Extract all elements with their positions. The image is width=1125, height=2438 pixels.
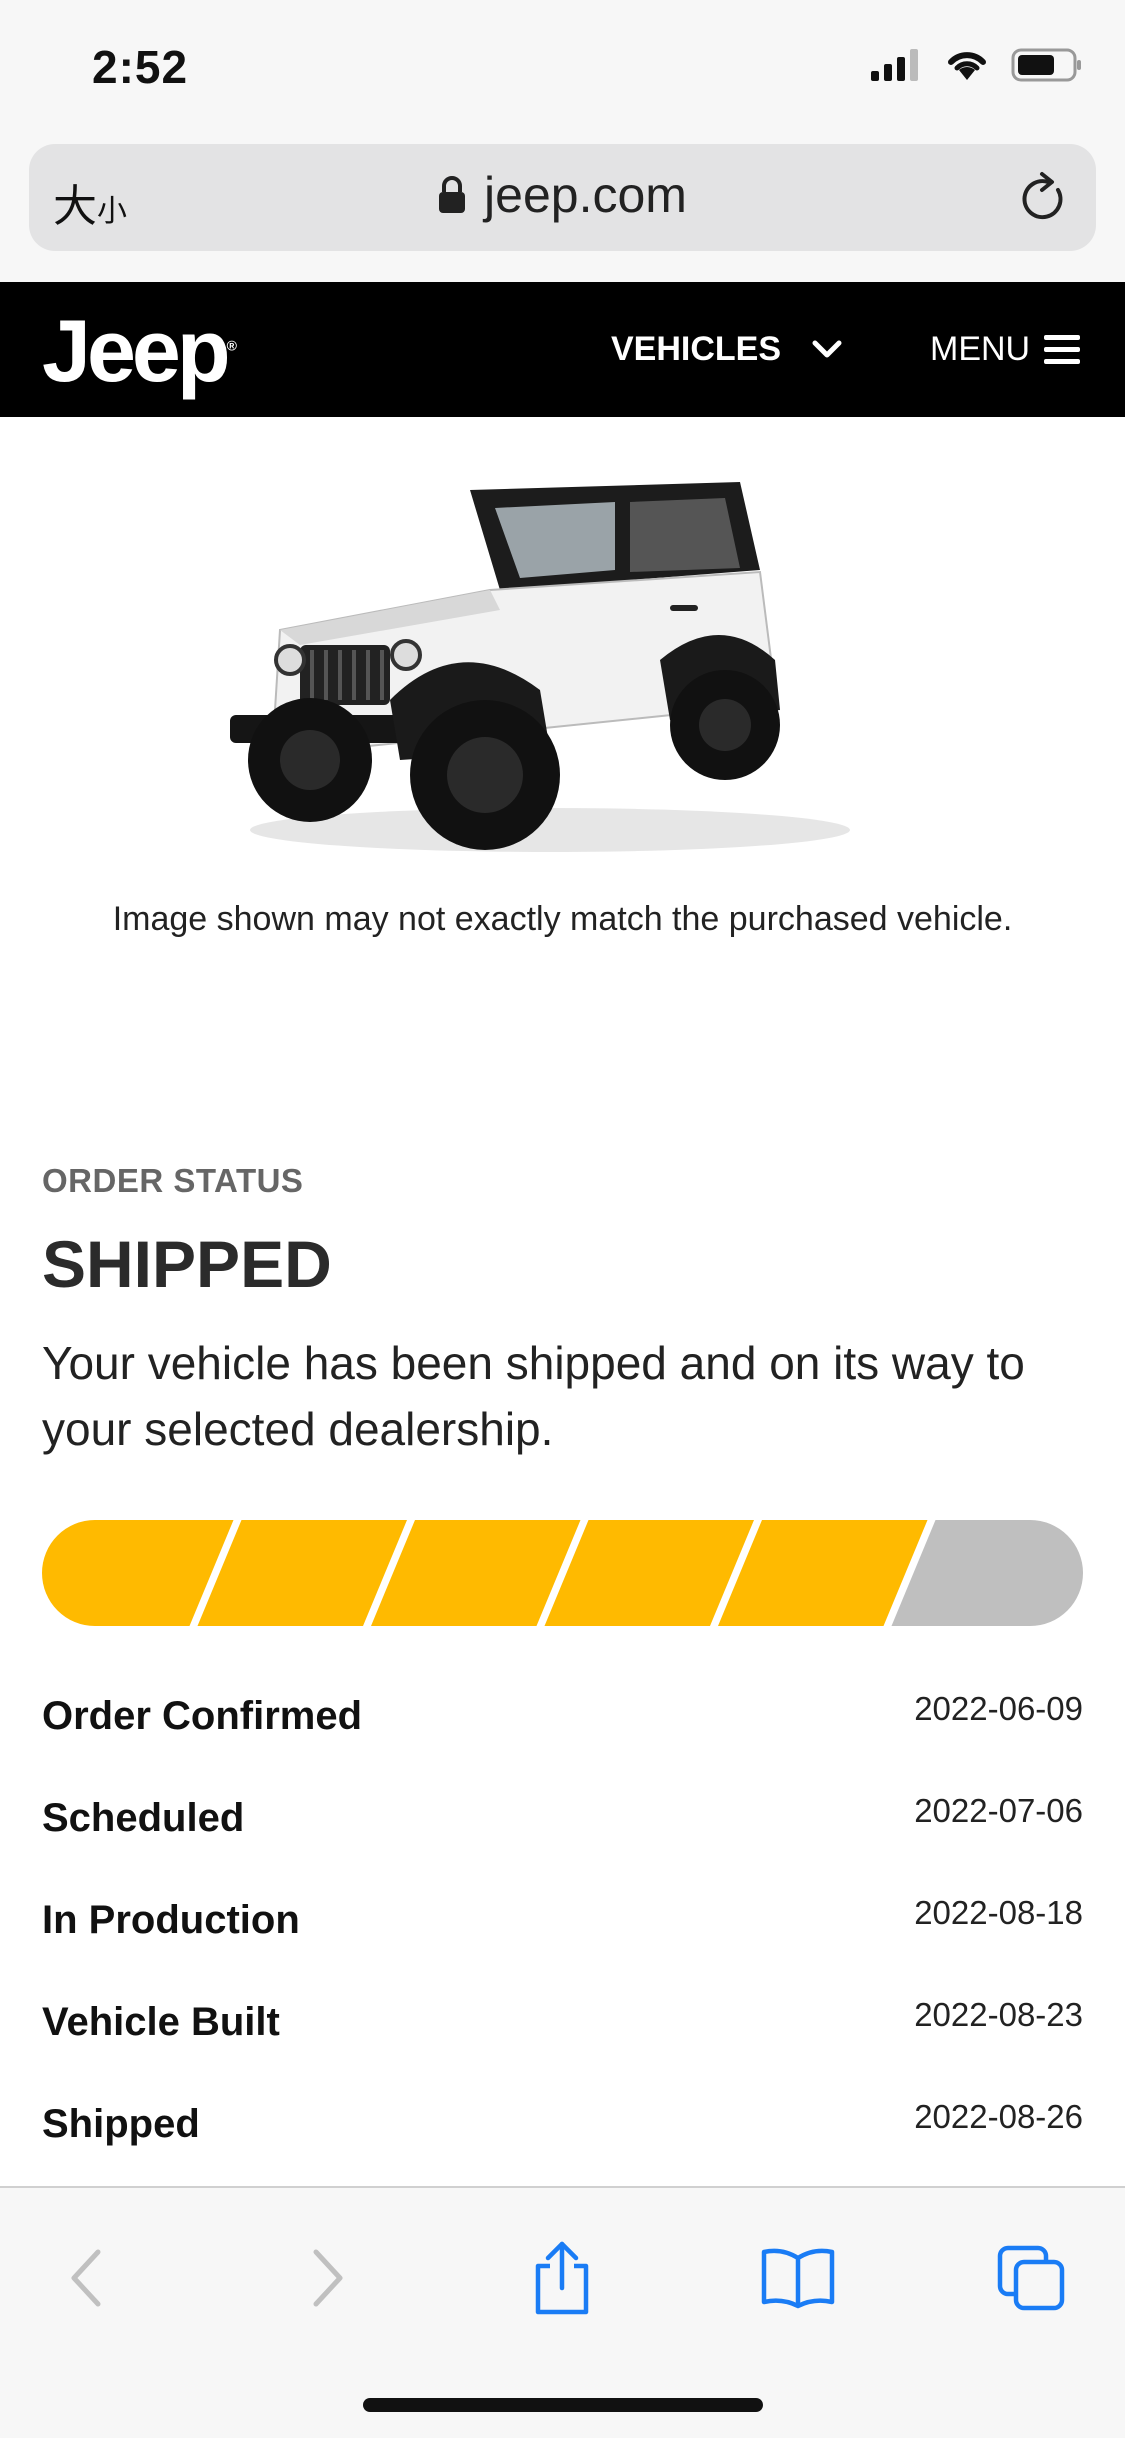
- jeep-logo[interactable]: Jeep®: [42, 300, 237, 402]
- back-icon: [71, 2249, 101, 2307]
- milestone-row: Order Confirmed 2022-06-09: [42, 1690, 1083, 1792]
- progress-segment-complete: [197, 1520, 407, 1626]
- milestone-row: Shipped 2022-08-26: [42, 2098, 1083, 2200]
- status-icons: [871, 48, 1083, 82]
- milestone-name: In Production: [42, 1898, 300, 1942]
- milestone-date: 2022-06-09: [914, 1690, 1083, 1727]
- milestone-row: Scheduled 2022-07-06: [42, 1792, 1083, 1894]
- battery-icon: [1011, 48, 1081, 82]
- lock-icon: [439, 176, 466, 213]
- milestone-name: Order Confirmed: [42, 1694, 363, 1738]
- milestone-name: Shipped: [42, 2102, 200, 2146]
- cellular-signal-icon: [871, 49, 918, 81]
- progress-segment-complete: [371, 1520, 581, 1626]
- image-disclaimer: Image shown may not exactly match the pu…: [112, 900, 1013, 938]
- milestone-list: Order Confirmed 2022-06-09 Scheduled 2022-0…: [42, 1690, 1083, 2200]
- milestone-row: In Production 2022-08-18: [42, 1894, 1083, 1996]
- milestone-date: 2022-08-23: [914, 1996, 1083, 2033]
- chevron-down-icon: [812, 340, 842, 357]
- browser-address-area: 大小 jeep.com: [0, 140, 1125, 282]
- vehicles-dropdown[interactable]: VEHICLES: [611, 330, 843, 369]
- order-status-description: Your vehicle has been shipped and on its…: [42, 1337, 1025, 1455]
- milestone-name: Vehicle Built: [42, 2000, 280, 2044]
- back-button[interactable]: [46, 2238, 126, 2318]
- milestone-name: Scheduled: [42, 1796, 245, 1840]
- order-status-label: ORDER STATUS: [42, 1162, 304, 1199]
- vehicles-label: VEHICLES: [611, 330, 782, 368]
- order-progress-bar: [42, 1520, 1083, 1626]
- menu-button[interactable]: MENU: [930, 330, 1081, 369]
- hamburger-icon: [1044, 334, 1081, 364]
- wifi-icon: [948, 52, 986, 80]
- milestone-date: 2022-08-18: [914, 1894, 1083, 1931]
- tabs-icon: [997, 2245, 1065, 2311]
- menu-label: MENU: [930, 330, 1031, 368]
- bookmarks-icon: [761, 2248, 835, 2309]
- share-button[interactable]: [522, 2238, 602, 2318]
- url-text: jeep.com: [484, 167, 687, 223]
- milestone-date: 2022-08-26: [914, 2098, 1083, 2135]
- milestone-row: Vehicle Built 2022-08-23: [42, 1996, 1083, 2098]
- logo-text: Jeep: [42, 301, 231, 400]
- milestone-date: 2022-07-06: [914, 1792, 1083, 1829]
- home-indicator: [363, 2398, 763, 2412]
- share-icon: [535, 2241, 589, 2315]
- reload-icon[interactable]: [1018, 170, 1070, 226]
- order-status-title: SHIPPED: [42, 1227, 332, 1301]
- site-header: Jeep® VEHICLES MENU: [0, 282, 1125, 417]
- status-time: 2:52: [92, 41, 189, 93]
- url-group[interactable]: jeep.com: [29, 166, 1096, 224]
- address-bar[interactable]: 大小 jeep.com: [29, 144, 1096, 251]
- vehicle-image: [230, 482, 850, 852]
- progress-segment-complete: [544, 1520, 754, 1626]
- forward-button[interactable]: [288, 2238, 368, 2318]
- forward-icon: [313, 2249, 343, 2307]
- progress-segment-complete: [718, 1520, 928, 1626]
- tabs-button[interactable]: [992, 2238, 1072, 2318]
- bookmarks-button[interactable]: [758, 2238, 838, 2318]
- status-bar: 2:52: [0, 0, 1125, 140]
